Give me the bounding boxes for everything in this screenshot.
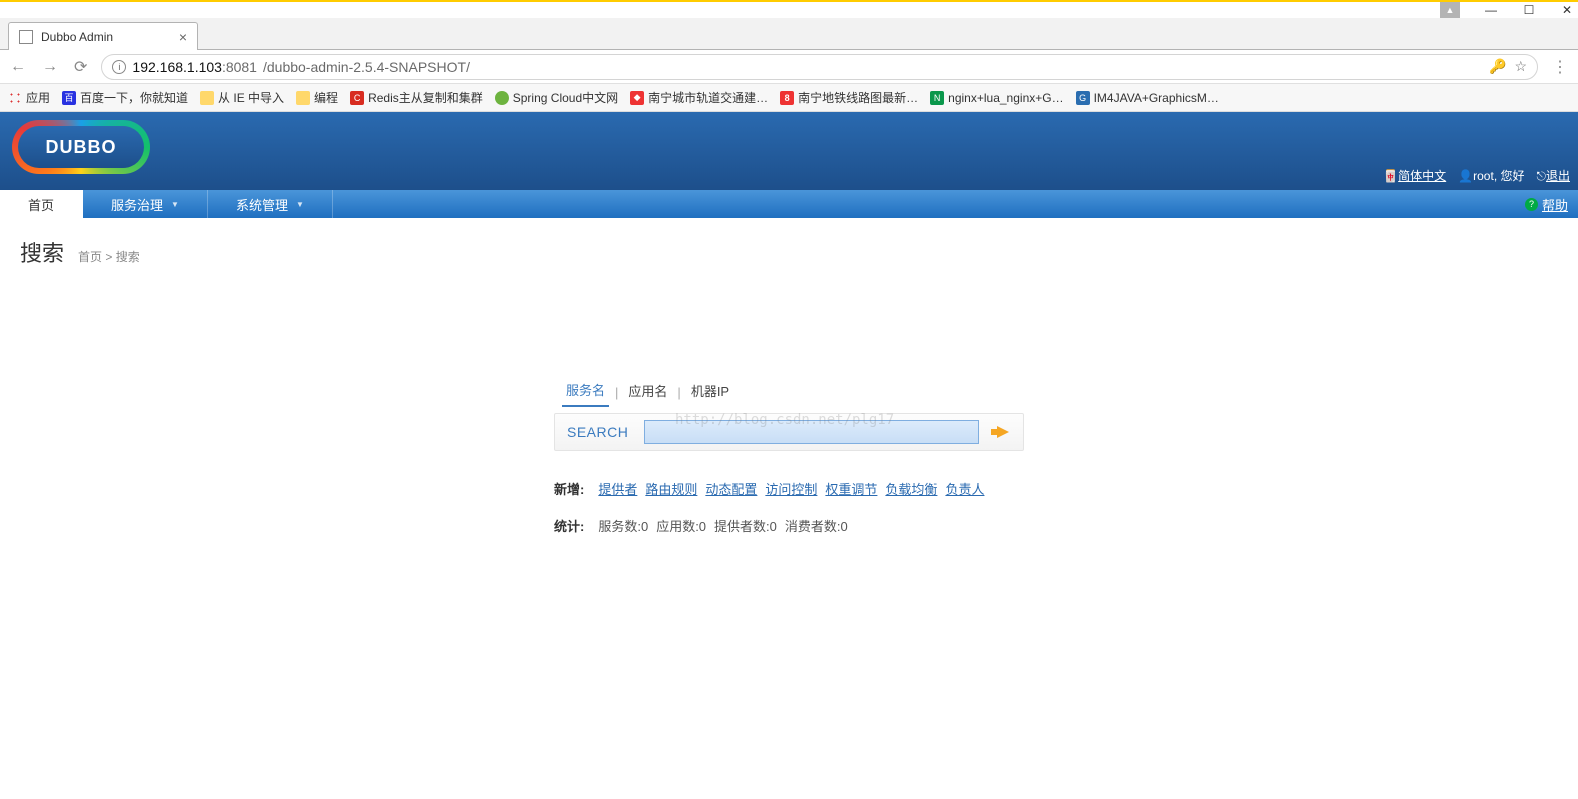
chevron-down-icon: ▼ bbox=[296, 200, 304, 209]
apps-shortcut[interactable]: 应用 bbox=[8, 89, 50, 106]
brand-text: DUBBO bbox=[18, 126, 144, 168]
search-tabs: 服务名 | 应用名 | 机器IP bbox=[554, 378, 1024, 407]
search-tab-ip[interactable]: 机器IP bbox=[687, 379, 733, 406]
bookmark-icon bbox=[495, 91, 509, 105]
window-maximize-button[interactable]: ☐ bbox=[1522, 3, 1536, 17]
stat-consumers: 消费者数:0 bbox=[785, 516, 848, 535]
bookmark-icon: 百 bbox=[62, 91, 76, 105]
os-user-icon: ▲ bbox=[1440, 2, 1460, 18]
bookmark-item[interactable]: ◆南宁城市轨道交通建… bbox=[630, 89, 768, 106]
bookmark-item[interactable]: 从 IE 中导入 bbox=[200, 89, 284, 106]
window-close-button[interactable]: ✕ bbox=[1560, 3, 1574, 17]
page-title: 搜索 bbox=[20, 236, 64, 268]
bookmark-item[interactable]: 编程 bbox=[296, 89, 338, 106]
nav-help[interactable]: ?帮助 bbox=[1515, 190, 1578, 218]
user-greeting: 👤root, 您好 bbox=[1458, 167, 1524, 184]
search-input[interactable] bbox=[644, 420, 979, 444]
nav-service-governance[interactable]: 服务治理▼ bbox=[83, 190, 208, 218]
tab-separator: | bbox=[615, 385, 618, 400]
page-icon bbox=[19, 30, 33, 44]
stats-row: 统计: 服务数:0 应用数:0 提供者数:0 消费者数:0 bbox=[554, 516, 1024, 535]
nav-system-management[interactable]: 系统管理▼ bbox=[208, 190, 333, 218]
page-body: 搜索 首页 > 搜索 服务名 | 应用名 | 机器IP http://blog.… bbox=[0, 218, 1578, 571]
user-icon: 👤 bbox=[1458, 169, 1473, 183]
search-label: SEARCH bbox=[563, 424, 632, 440]
bookmark-item[interactable]: 百百度一下，你就知道 bbox=[62, 89, 188, 106]
bookmark-icon: C bbox=[350, 91, 364, 105]
bookmark-item[interactable]: CRedis主从复制和集群 bbox=[350, 89, 483, 106]
bookmarks-bar: 应用 百百度一下，你就知道 从 IE 中导入 编程 CRedis主从复制和集群 … bbox=[0, 84, 1578, 112]
bookmark-icon: N bbox=[930, 91, 944, 105]
bookmark-item[interactable]: 8南宁地铁线路图最新… bbox=[780, 89, 918, 106]
site-info-icon[interactable]: i bbox=[112, 60, 126, 74]
stat-apps: 应用数:0 bbox=[656, 516, 706, 535]
url-path: /dubbo-admin-2.5.4-SNAPSHOT/ bbox=[263, 59, 470, 75]
bookmark-icon: G bbox=[1076, 91, 1090, 105]
globe-icon: 🀄 bbox=[1383, 169, 1398, 183]
browser-toolbar: ← → ⟳ i 192.168.1.103:8081 /dubbo-admin-… bbox=[0, 50, 1578, 84]
add-access-control-link[interactable]: 访问控制 bbox=[765, 479, 817, 498]
app-header: DUBBO 🀄简体中文 👤root, 您好 ⎋退出 bbox=[0, 112, 1578, 190]
search-tab-service[interactable]: 服务名 bbox=[562, 378, 609, 407]
language-switch[interactable]: 🀄简体中文 bbox=[1383, 167, 1446, 184]
window-minimize-button[interactable]: — bbox=[1484, 3, 1498, 17]
bookmark-item[interactable]: GIM4JAVA+GraphicsM… bbox=[1076, 91, 1219, 105]
search-box: http://blog.csdn.net/plg17 SEARCH bbox=[554, 413, 1024, 451]
url-host: 192.168.1.103:8081 bbox=[132, 59, 257, 75]
logo[interactable]: DUBBO bbox=[12, 120, 150, 174]
bookmark-star-icon[interactable]: ☆ bbox=[1514, 58, 1527, 75]
browser-menu-icon[interactable]: ⋮ bbox=[1550, 57, 1570, 77]
address-bar[interactable]: i 192.168.1.103:8081 /dubbo-admin-2.5.4-… bbox=[101, 54, 1538, 80]
arrow-right-icon bbox=[997, 426, 1009, 438]
add-owner-link[interactable]: 负责人 bbox=[945, 479, 984, 498]
nav-home[interactable]: 首页 bbox=[0, 190, 83, 218]
apps-icon bbox=[8, 91, 22, 105]
saved-password-icon[interactable]: 🔑 bbox=[1489, 58, 1506, 75]
stat-providers: 提供者数:0 bbox=[714, 516, 777, 535]
bookmark-icon: ◆ bbox=[630, 91, 644, 105]
main-nav: 首页 服务治理▼ 系统管理▼ ?帮助 bbox=[0, 190, 1578, 218]
help-icon: ? bbox=[1525, 198, 1538, 211]
add-loadbalance-link[interactable]: 负载均衡 bbox=[885, 479, 937, 498]
nav-reload-button[interactable]: ⟳ bbox=[72, 57, 89, 77]
chevron-down-icon: ▼ bbox=[171, 200, 179, 209]
browser-tab-strip: Dubbo Admin × bbox=[0, 18, 1578, 50]
os-titlebar: ▲ — ☐ ✕ bbox=[0, 0, 1578, 18]
tab-close-icon[interactable]: × bbox=[179, 29, 187, 45]
logout-link[interactable]: ⎋退出 bbox=[1536, 167, 1570, 184]
logout-icon: ⎋ bbox=[1536, 169, 1546, 183]
add-label: 新增: bbox=[554, 479, 584, 498]
bookmark-item[interactable]: Spring Cloud中文网 bbox=[495, 89, 618, 106]
stats-label: 统计: bbox=[554, 516, 584, 535]
add-row: 新增: 提供者 路由规则 动态配置 访问控制 权重调节 负载均衡 负责人 bbox=[554, 479, 1024, 498]
search-submit-button[interactable] bbox=[991, 423, 1015, 441]
browser-tab[interactable]: Dubbo Admin × bbox=[8, 22, 198, 50]
add-weight-link[interactable]: 权重调节 bbox=[825, 479, 877, 498]
folder-icon bbox=[296, 91, 310, 105]
nav-forward-button[interactable]: → bbox=[40, 58, 60, 76]
add-dynamic-config-link[interactable]: 动态配置 bbox=[705, 479, 757, 498]
breadcrumb: 首页 > 搜索 bbox=[78, 248, 140, 265]
nav-back-button[interactable]: ← bbox=[8, 58, 28, 76]
tab-title: Dubbo Admin bbox=[41, 30, 113, 44]
tab-separator: | bbox=[677, 385, 680, 400]
search-tab-app[interactable]: 应用名 bbox=[624, 379, 671, 406]
folder-icon bbox=[200, 91, 214, 105]
bookmark-icon: 8 bbox=[780, 91, 794, 105]
bookmark-item[interactable]: Nnginx+lua_nginx+G… bbox=[930, 91, 1063, 105]
add-route-link[interactable]: 路由规则 bbox=[645, 479, 697, 498]
stat-services: 服务数:0 bbox=[598, 516, 648, 535]
add-provider-link[interactable]: 提供者 bbox=[598, 479, 637, 498]
